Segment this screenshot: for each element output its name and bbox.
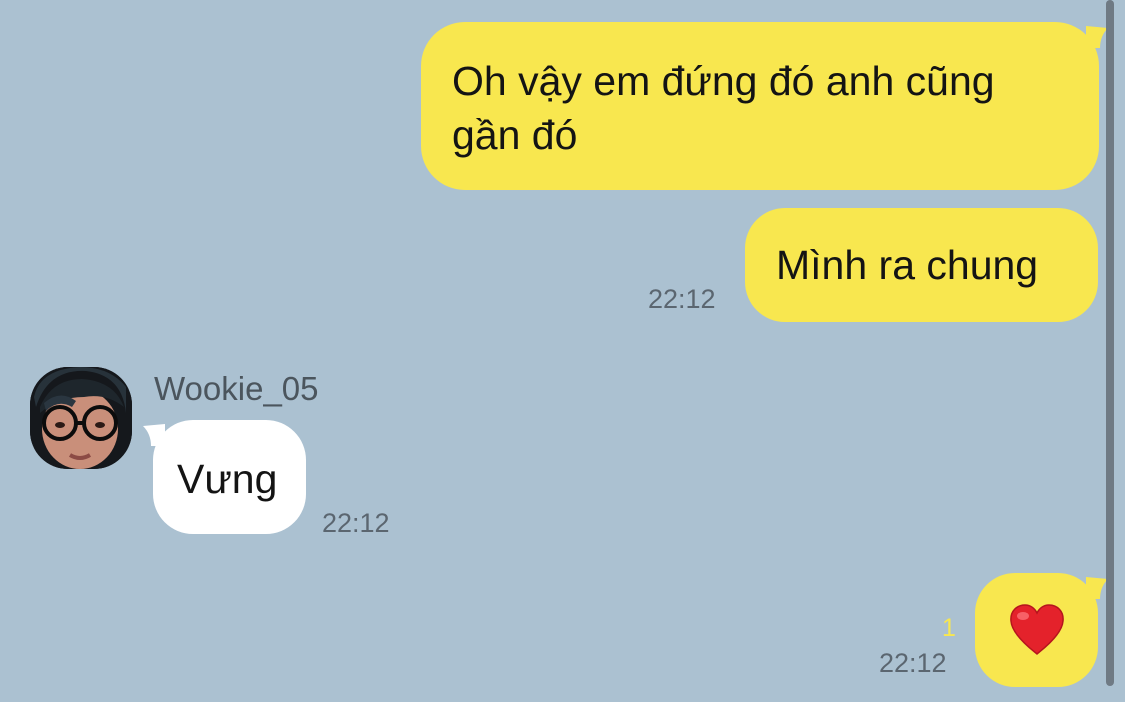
my-message-bubble[interactable]: Oh vậy em đứng đó anh cũng gần đó: [421, 22, 1099, 190]
message-text: Mình ra chung: [776, 242, 1039, 288]
message-timestamp: 22:12: [648, 284, 716, 314]
bubble-tail: [1086, 577, 1108, 599]
avatar-photo: [30, 367, 132, 469]
scrollbar[interactable]: [1106, 0, 1114, 686]
message-timestamp: 22:12: [879, 648, 947, 678]
message-text: Vưng: [177, 456, 278, 502]
message-text-line-1: Oh vậy em đứng đó anh cũng: [452, 58, 995, 104]
red-heart-icon: [1009, 604, 1064, 656]
bubble-tail: [1086, 26, 1108, 48]
my-message-bubble[interactable]: Mình ra chung: [745, 208, 1098, 322]
chat-room: Oh vậy em đứng đó anh cũng gần đó 22:12 …: [0, 0, 1125, 702]
my-message-bubble[interactable]: [975, 573, 1098, 687]
received-message-bubble[interactable]: Vưng: [153, 420, 306, 534]
message-text-line-2: gần đó: [452, 112, 578, 158]
sender-avatar[interactable]: [30, 367, 132, 469]
unread-count: 1: [942, 614, 956, 642]
message-timestamp: 22:12: [322, 508, 390, 538]
sender-name: Wookie_05: [154, 370, 319, 407]
